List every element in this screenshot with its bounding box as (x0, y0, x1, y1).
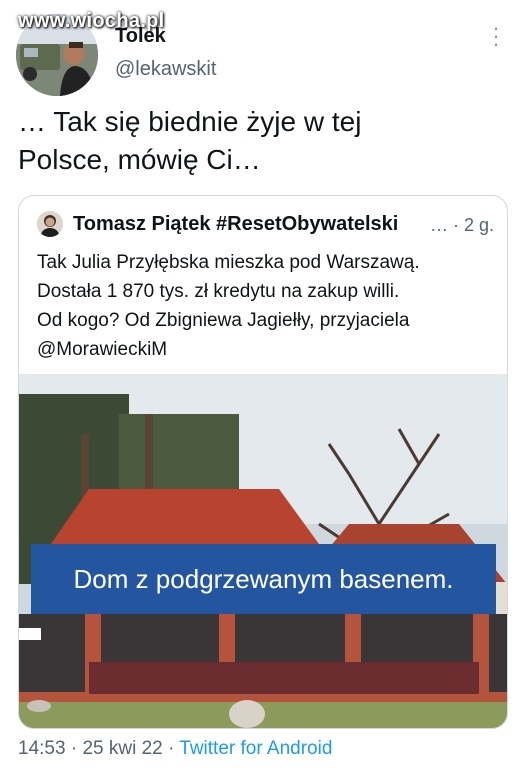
quoted-avatar-photo (37, 211, 63, 237)
photo-caption: Dom z podgrzewanym basenem. (31, 544, 496, 614)
tweet-date: 25 kwi 22 (82, 738, 163, 759)
tweet-text: … Tak się biednie żyje w tej Polsce, mów… (18, 103, 508, 179)
tweet-source-link[interactable]: Twitter for Android (179, 738, 332, 759)
quoted-text-line: Dostała 1 870 tys. zł kredytu na zakup w… (37, 281, 400, 302)
author-handle[interactable]: @lekawskit (115, 58, 216, 81)
quoted-author-avatar (37, 211, 63, 237)
tweet-metadata: 14:53 · 25 kwi 22 · Twitter for Android (18, 738, 332, 760)
quoted-name-ellipsis: … (430, 215, 448, 235)
quoted-photo[interactable]: Dom z podgrzewanym basenem. (19, 374, 507, 728)
quoted-text: Tak Julia Przyłębska mieszka pod Warszaw… (37, 248, 499, 364)
tweet-text-line: Polsce, mówię Ci… (18, 144, 261, 175)
quoted-tweet[interactable]: Tomasz Piątek #ResetObywatelski … · 2 g.… (18, 195, 508, 729)
quoted-timestamp: … · 2 g. (430, 215, 494, 236)
quoted-time: · 2 g. (453, 215, 495, 235)
meta-separator: · (70, 738, 78, 759)
watermark-text: www.wiocha.pl (18, 10, 165, 32)
quoted-text-line: Od kogo? Od Zbigniewa Jagiełły, przyjaci… (37, 310, 410, 331)
more-options-icon[interactable]: · · · (488, 17, 504, 55)
quoted-author-name[interactable]: Tomasz Piątek #ResetObywatelski (73, 213, 398, 236)
quoted-text-line: Tak Julia Przyłębska mieszka pod Warszaw… (37, 252, 420, 273)
meta-separator: · (168, 738, 175, 759)
quoted-mention[interactable]: @MorawieckiM (37, 335, 499, 364)
tweet-time: 14:53 (18, 738, 66, 759)
tweet-text-line: … Tak się biednie żyje w tej (18, 106, 362, 137)
